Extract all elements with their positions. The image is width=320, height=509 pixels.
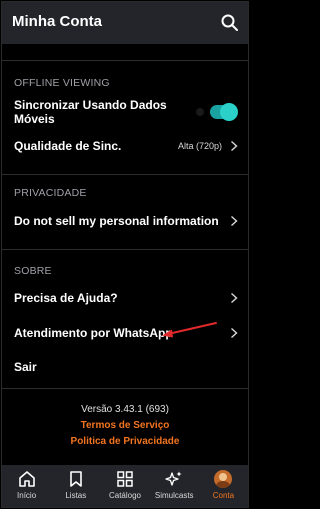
- chevron-right-icon: [231, 327, 238, 339]
- toggle-track-dot: [196, 108, 204, 116]
- section-label-offline: OFFLINE VIEWING: [14, 77, 110, 89]
- app-frame: Minha Conta OFFLINE VIEWING Sincronizar …: [1, 1, 249, 508]
- grid-icon: [117, 471, 133, 487]
- sync-quality-row[interactable]: Qualidade de Sinc. Alta (720p): [2, 126, 248, 166]
- bookmark-icon: [69, 471, 82, 487]
- divider: [2, 388, 248, 389]
- tab-label: Simulcasts: [154, 491, 194, 500]
- app-version: Versão 3.43.1 (693): [81, 404, 169, 415]
- tab-label: Listas: [65, 491, 87, 500]
- do-not-sell-label: Do not sell my personal information: [14, 214, 219, 228]
- app-header: Minha Conta: [2, 2, 248, 44]
- annotation-arrow-icon: [162, 322, 217, 338]
- sync-mobile-data-toggle[interactable]: [196, 103, 238, 121]
- tab-label: Conta: [212, 491, 235, 500]
- terms-of-service-link[interactable]: Termos de Serviço: [2, 420, 248, 431]
- chevron-right-icon: [231, 140, 238, 152]
- divider: [2, 174, 248, 175]
- avatar-icon: [214, 470, 233, 488]
- sync-mobile-data-label: Sincronizar Usando Dados Móveis: [14, 98, 167, 126]
- tab-label: Início: [17, 491, 37, 500]
- tab-home[interactable]: Início: [2, 465, 51, 507]
- section-label-about: SOBRE: [14, 265, 52, 277]
- logout-row[interactable]: Sair: [2, 347, 248, 387]
- divider: [2, 60, 248, 61]
- privacy-policy-link[interactable]: Politica de Privacidade: [2, 436, 248, 447]
- help-row[interactable]: Precisa de Ajuda?: [2, 278, 248, 318]
- tab-simulcasts[interactable]: Simulcasts: [150, 465, 199, 507]
- tab-lists[interactable]: Listas: [51, 465, 100, 507]
- home-icon: [18, 471, 35, 487]
- search-icon[interactable]: [220, 13, 240, 33]
- chevron-right-icon: [231, 215, 238, 227]
- sparkle-icon: [165, 471, 182, 486]
- do-not-sell-row[interactable]: Do not sell my personal information: [2, 201, 248, 241]
- section-label-privacy: PRIVACIDADE: [14, 187, 87, 199]
- chevron-right-icon: [231, 292, 238, 304]
- tab-catalog[interactable]: Catálogo: [100, 465, 149, 507]
- sync-quality-value: Alta (720p): [177, 141, 222, 151]
- tab-label: Catálogo: [108, 491, 142, 500]
- page-title: Minha Conta: [12, 13, 102, 30]
- help-label: Precisa de Ajuda?: [14, 291, 118, 305]
- tab-account[interactable]: Conta: [199, 465, 248, 507]
- divider: [2, 249, 248, 250]
- bottom-tab-bar: Início Listas Catálogo Simulcasts Conta: [2, 465, 248, 507]
- logout-label: Sair: [14, 360, 37, 374]
- sync-quality-label: Qualidade de Sinc.: [14, 139, 122, 153]
